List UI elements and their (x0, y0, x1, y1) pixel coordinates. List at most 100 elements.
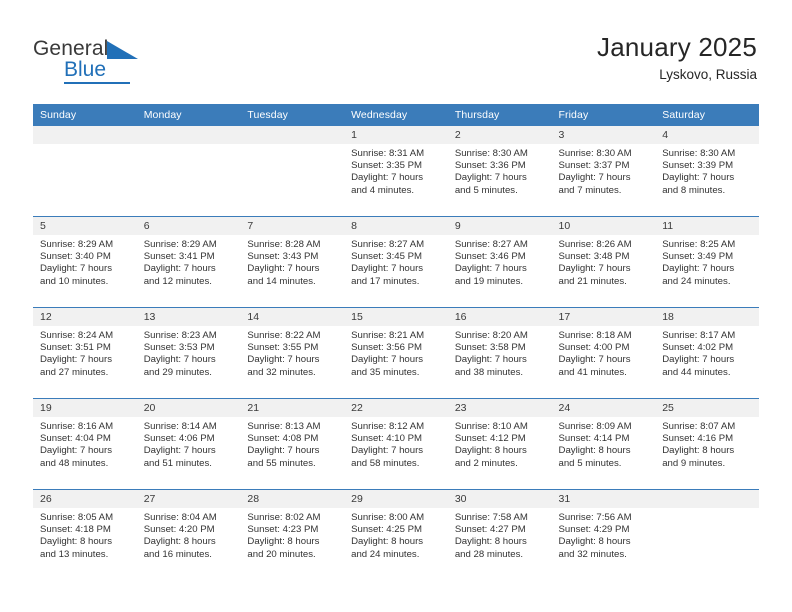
calendar-day-cell[interactable]: 23 Sunrise: 8:10 AM Sunset: 4:12 PM Dayligh… (447, 398, 552, 490)
sunrise-text: Sunrise: 8:10 AM (454, 421, 528, 432)
day-number: 12 (33, 308, 137, 326)
general-blue-logo[interactable]: General Blue (33, 38, 163, 86)
weekday-header-sunday: Sunday (33, 104, 137, 126)
logo-text-general: General (33, 37, 109, 60)
day-number: 5 (33, 217, 137, 235)
sunset-text: Sunset: 4:06 PM (143, 433, 215, 445)
sunrise-text: Sunrise: 8:04 AM (143, 512, 217, 523)
page-header: General Blue January 2025 Lyskovo, Russi… (0, 0, 792, 100)
sunset-text: Sunset: 3:43 PM (247, 251, 319, 263)
day-details: Sunrise: 8:20 AM Sunset: 3:58 PM Daylight:… (448, 326, 552, 379)
calendar-day-cell[interactable]: 13 Sunrise: 8:23 AM Sunset: 3:53 PM Dayligh… (136, 307, 241, 399)
daylight-text-line2: and 2 minutes. (454, 457, 518, 469)
calendar-body: 1 Sunrise: 8:31 AM Sunset: 3:35 PM Daylight… (33, 126, 759, 580)
calendar-day-cell[interactable]: 25 Sunrise: 8:07 AM Sunset: 4:16 PM Dayligh… (655, 398, 759, 490)
sunrise-text: Sunrise: 8:25 AM (662, 239, 736, 250)
sunrise-text: Sunrise: 8:29 AM (143, 239, 217, 250)
daylight-text-line2: and 28 minutes. (454, 548, 524, 560)
calendar-day-cell[interactable]: 12 Sunrise: 8:24 AM Sunset: 3:51 PM Dayligh… (33, 307, 137, 399)
sunrise-text: Sunrise: 8:18 AM (558, 330, 632, 341)
calendar-day-cell[interactable]: 10 Sunrise: 8:26 AM Sunset: 3:48 PM Dayligh… (551, 216, 656, 308)
day-number (655, 490, 759, 508)
sunset-text: Sunset: 3:37 PM (558, 160, 630, 172)
day-number: 17 (551, 308, 656, 326)
daylight-text-line2: and 51 minutes. (143, 457, 212, 469)
calendar-day-cell-empty (33, 126, 137, 217)
calendar-day-cell[interactable]: 28 Sunrise: 8:02 AM Sunset: 4:23 PM Dayligh… (240, 489, 345, 580)
day-details: Sunrise: 8:12 AM Sunset: 4:10 PM Daylight:… (344, 417, 448, 470)
day-number: 29 (344, 490, 448, 508)
sunrise-text: Sunrise: 8:27 AM (351, 239, 425, 250)
calendar-day-cell[interactable]: 15 Sunrise: 8:21 AM Sunset: 3:56 PM Dayligh… (344, 307, 448, 399)
daylight-text-line2: and 24 minutes. (662, 275, 731, 287)
calendar-day-cell[interactable]: 2 Sunrise: 8:30 AM Sunset: 3:36 PM Daylight… (447, 126, 552, 217)
calendar-day-cell-empty (655, 489, 759, 580)
calendar-day-cell[interactable]: 7 Sunrise: 8:28 AM Sunset: 3:43 PM Daylight… (240, 216, 345, 308)
day-number: 11 (655, 217, 759, 235)
sunrise-text: Sunrise: 8:30 AM (662, 148, 736, 159)
daylight-text-line1: Daylight: 7 hours (662, 354, 735, 366)
sunset-text: Sunset: 4:04 PM (40, 433, 111, 445)
day-number: 30 (447, 490, 552, 508)
calendar-day-cell[interactable]: 4 Sunrise: 8:30 AM Sunset: 3:39 PM Daylight… (655, 126, 759, 217)
calendar-day-cell[interactable]: 8 Sunrise: 8:27 AM Sunset: 3:45 PM Daylight… (344, 216, 448, 308)
calendar-day-cell[interactable]: 3 Sunrise: 8:30 AM Sunset: 3:37 PM Daylight… (551, 126, 656, 217)
daylight-text-line2: and 38 minutes. (454, 366, 524, 378)
day-details: Sunrise: 7:56 AM Sunset: 4:29 PM Daylight:… (552, 508, 656, 561)
calendar-day-cell[interactable]: 27 Sunrise: 8:04 AM Sunset: 4:20 PM Dayligh… (136, 489, 241, 580)
daylight-text-line2: and 16 minutes. (143, 548, 212, 560)
day-number: 24 (551, 399, 656, 417)
day-number: 18 (655, 308, 759, 326)
day-number: 10 (551, 217, 656, 235)
daylight-text-line1: Daylight: 8 hours (454, 536, 527, 548)
sunset-text: Sunset: 4:10 PM (351, 433, 423, 445)
day-details: Sunrise: 8:00 AM Sunset: 4:25 PM Daylight:… (344, 508, 448, 561)
sunrise-text: Sunrise: 8:28 AM (247, 239, 321, 250)
daylight-text-line1: Daylight: 7 hours (247, 354, 320, 366)
day-number: 14 (240, 308, 345, 326)
calendar-day-cell[interactable]: 11 Sunrise: 8:25 AM Sunset: 3:49 PM Dayligh… (655, 216, 759, 308)
sunset-text: Sunset: 3:39 PM (662, 160, 734, 172)
daylight-text-line1: Daylight: 8 hours (558, 445, 631, 457)
calendar-week-row: 1 Sunrise: 8:31 AM Sunset: 3:35 PM Daylight… (33, 126, 759, 217)
calendar-day-cell[interactable]: 31 Sunrise: 7:56 AM Sunset: 4:29 PM Dayligh… (551, 489, 656, 580)
calendar-day-cell[interactable]: 16 Sunrise: 8:20 AM Sunset: 3:58 PM Dayligh… (447, 307, 552, 399)
sunrise-text: Sunrise: 8:05 AM (40, 512, 114, 523)
calendar-day-cell[interactable]: 5 Sunrise: 8:29 AM Sunset: 3:40 PM Daylight… (33, 216, 137, 308)
sunset-text: Sunset: 4:00 PM (558, 342, 630, 354)
daylight-text-line2: and 14 minutes. (247, 275, 316, 287)
sunrise-text: Sunrise: 8:22 AM (247, 330, 321, 341)
calendar-day-cell[interactable]: 30 Sunrise: 7:58 AM Sunset: 4:27 PM Dayligh… (447, 489, 552, 580)
day-number: 28 (240, 490, 345, 508)
daylight-text-line1: Daylight: 8 hours (454, 445, 527, 457)
calendar-day-cell[interactable]: 19 Sunrise: 8:16 AM Sunset: 4:04 PM Dayligh… (33, 398, 137, 490)
calendar-day-cell[interactable]: 9 Sunrise: 8:27 AM Sunset: 3:46 PM Daylight… (447, 216, 552, 308)
day-details: Sunrise: 8:02 AM Sunset: 4:23 PM Daylight:… (240, 508, 344, 561)
day-number: 22 (344, 399, 448, 417)
sunset-text: Sunset: 4:02 PM (662, 342, 734, 354)
calendar-day-cell[interactable]: 29 Sunrise: 8:00 AM Sunset: 4:25 PM Dayligh… (344, 489, 448, 580)
calendar-day-cell[interactable]: 18 Sunrise: 8:17 AM Sunset: 4:02 PM Dayligh… (655, 307, 759, 399)
daylight-text-line2: and 21 minutes. (558, 275, 627, 287)
calendar-day-cell-empty (136, 126, 241, 217)
calendar-day-cell[interactable]: 14 Sunrise: 8:22 AM Sunset: 3:55 PM Dayligh… (240, 307, 345, 399)
sunrise-text: Sunrise: 8:29 AM (40, 239, 114, 250)
calendar-day-cell[interactable]: 21 Sunrise: 8:13 AM Sunset: 4:08 PM Dayligh… (240, 398, 345, 490)
calendar-day-cell[interactable]: 20 Sunrise: 8:14 AM Sunset: 4:06 PM Dayligh… (136, 398, 241, 490)
sunrise-text: Sunrise: 8:21 AM (351, 330, 425, 341)
sunset-text: Sunset: 3:53 PM (143, 342, 215, 354)
calendar-day-cell[interactable]: 24 Sunrise: 8:09 AM Sunset: 4:14 PM Dayligh… (551, 398, 656, 490)
calendar-day-cell[interactable]: 1 Sunrise: 8:31 AM Sunset: 3:35 PM Daylight… (344, 126, 448, 217)
calendar-day-cell[interactable]: 26 Sunrise: 8:05 AM Sunset: 4:18 PM Dayligh… (33, 489, 137, 580)
day-number: 3 (551, 126, 656, 144)
day-details: Sunrise: 8:09 AM Sunset: 4:14 PM Daylight:… (552, 417, 656, 470)
sunset-text: Sunset: 4:20 PM (143, 524, 215, 536)
day-details: Sunrise: 7:58 AM Sunset: 4:27 PM Daylight:… (448, 508, 552, 561)
calendar-day-cell[interactable]: 6 Sunrise: 8:29 AM Sunset: 3:41 PM Daylight… (136, 216, 241, 308)
sunset-text: Sunset: 4:14 PM (558, 433, 630, 445)
calendar-day-cell[interactable]: 17 Sunrise: 8:18 AM Sunset: 4:00 PM Dayligh… (551, 307, 656, 399)
calendar-day-cell[interactable]: 22 Sunrise: 8:12 AM Sunset: 4:10 PM Dayligh… (344, 398, 448, 490)
sunrise-text: Sunrise: 8:09 AM (558, 421, 632, 432)
day-number: 4 (655, 126, 759, 144)
sunrise-text: Sunrise: 8:14 AM (143, 421, 217, 432)
